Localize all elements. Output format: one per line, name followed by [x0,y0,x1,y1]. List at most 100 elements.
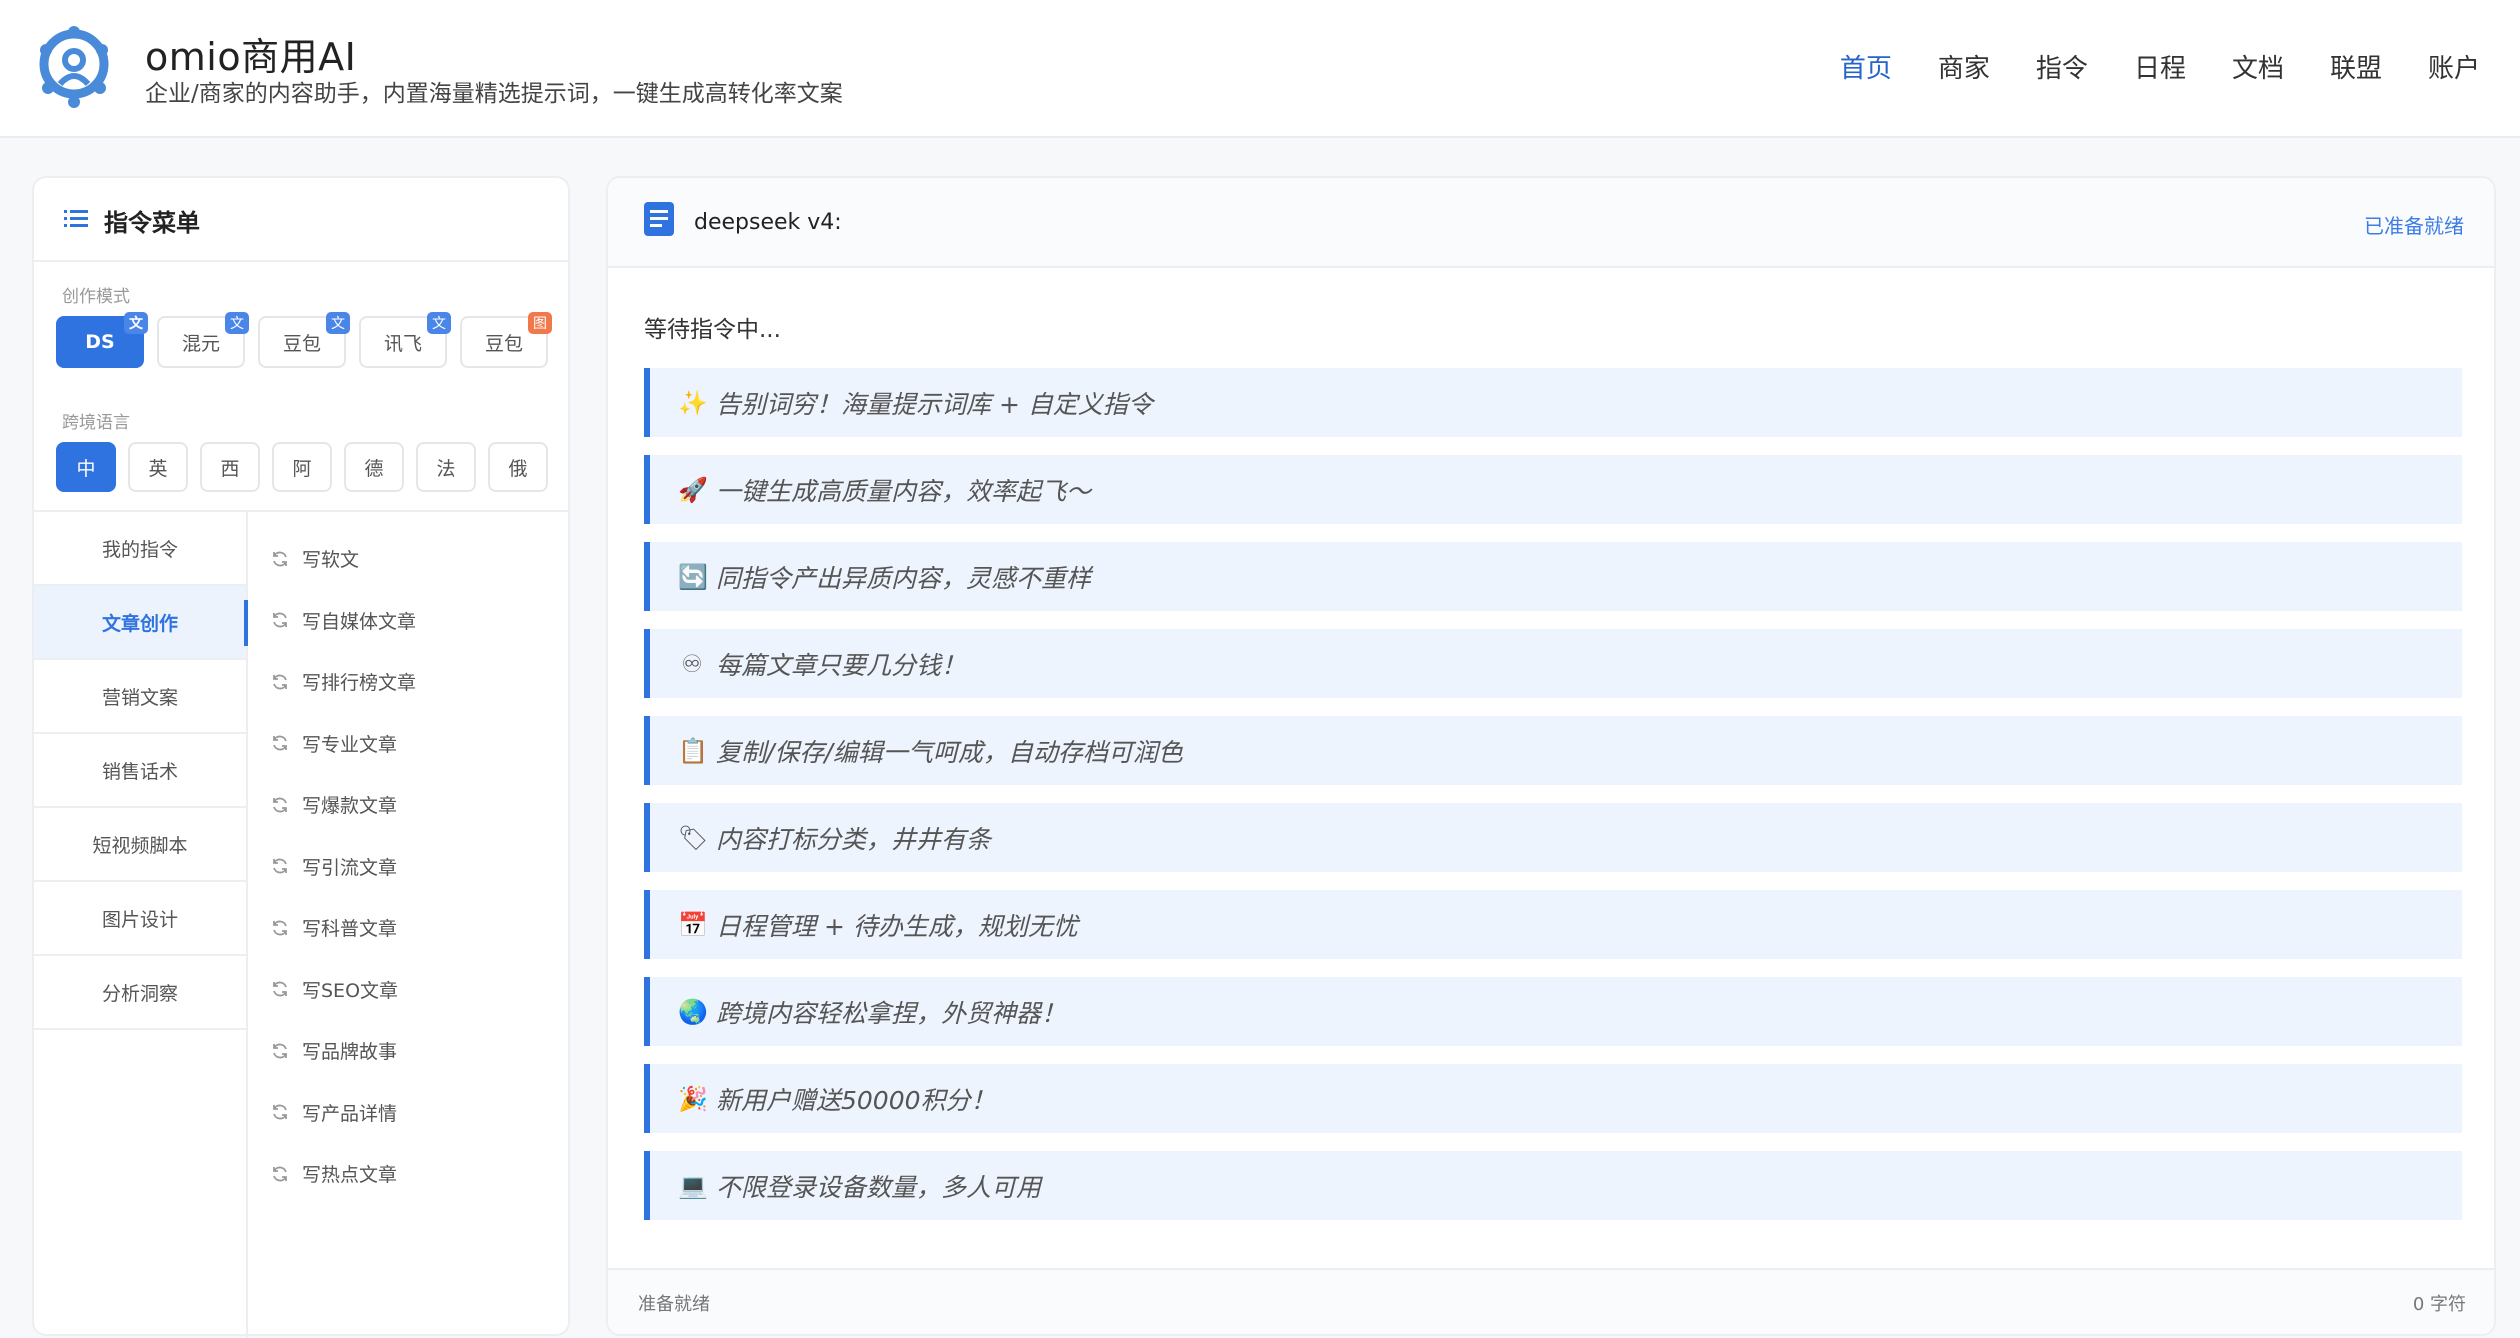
refresh-icon [273,981,287,997]
refresh-icon [273,1104,287,1120]
feature-text: 跨境内容轻松拿捏，外贸神器！ [716,998,1067,1028]
globe-icon: 🌏 [678,997,708,1026]
list-icon [64,210,88,227]
mode-doubao-button[interactable]: 豆包 文 [258,312,350,368]
category-sales-script[interactable]: 销售话术 [34,734,246,808]
command-item[interactable]: 写产品详情 [270,1082,416,1144]
laptop-icon: 💻 [678,1171,708,1200]
refresh-icon [273,674,287,690]
text-mode-badge: 文 [326,312,350,334]
command-item[interactable]: 写专业文章 [270,713,416,775]
category-my-commands[interactable]: 我的指令 [34,512,246,586]
command-menu-panel: 指令菜单 创作模式 DS 文 混元 文 豆包 文 讯飞 文 豆包 图 跨境语言 … [32,176,570,1338]
language-selector: 中 英 西 阿 德 法 俄 [56,442,560,492]
command-item[interactable]: 写SEO文章 [270,959,416,1021]
command-menu-header: 指令菜单 [34,178,568,262]
feature-item: 📅 日程管理 + 待办生成，规划无忧 [644,890,2462,959]
feature-item: ✨ 告别词穷！海量提示词库 + 自定义指令 [644,368,2462,437]
category-article-writing[interactable]: 文章创作 [34,586,248,660]
top-nav: 首页 商家 指令 日程 文档 联盟 账户 [1794,48,2480,85]
clipboard-icon: 📋 [678,736,708,765]
command-item[interactable]: 写软文 [270,528,416,590]
footer-status: 准备就绪 [638,1294,710,1315]
feature-text: 内容打标分类，井井有条 [716,824,992,854]
feature-item: 💻 不限登录设备数量，多人可用 [644,1151,2462,1220]
character-count: 0 字符 [2412,1294,2466,1315]
nav-merchant[interactable]: 商家 [1938,48,1990,85]
category-analysis[interactable]: 分析洞察 [34,956,246,1030]
mode-doubao-image-button[interactable]: 豆包 图 [460,312,552,368]
feature-text: 不限登录设备数量，多人可用 [716,1172,1042,1202]
language-label: 跨境语言 [62,413,130,433]
party-popper-icon: 🎉 [678,1084,708,1113]
feature-text: 告别词穷！海量提示词库 + 自定义指令 [716,389,1153,419]
calendar-icon: 📅 [678,910,708,939]
feature-text: 每篇文章只要几分钱！ [716,650,967,680]
command-label: 写科普文章 [302,918,398,941]
lang-de-button[interactable]: 德 [344,442,404,492]
feature-item: 🌏 跨境内容轻松拿捏，外贸神器！ [644,977,2462,1046]
feature-item: 🏷 内容打标分类，井井有条 [644,803,2462,872]
nav-account[interactable]: 账户 [2428,48,2480,85]
command-item[interactable]: 写引流文章 [270,836,416,898]
command-label: 写自媒体文章 [302,610,417,633]
mode-hunyuan-button[interactable]: 混元 文 [157,312,249,368]
rocket-icon: 🚀 [678,475,708,504]
nav-commands[interactable]: 指令 [2036,48,2088,85]
mode-label-text: 混元 [181,332,220,355]
document-icon [644,202,674,236]
refresh-icon [273,551,287,567]
lang-ar-button[interactable]: 阿 [272,442,332,492]
mode-label: 创作模式 [62,287,130,307]
refresh-icon [273,612,287,628]
command-item[interactable]: 写自媒体文章 [270,590,416,652]
nav-alliance[interactable]: 联盟 [2330,48,2382,85]
mode-xunfei-button[interactable]: 讯飞 文 [359,312,451,368]
mode-label-text: 豆包 [484,332,523,355]
feature-text: 一键生成高质量内容，效率起飞～ [716,476,1092,506]
output-header: deepseek v4: 已准备就绪 [608,178,2494,268]
command-item[interactable]: 写热点文章 [270,1143,416,1205]
command-item[interactable]: 写科普文章 [270,897,416,959]
output-panel: deepseek v4: 已准备就绪 等待指令中... ✨ 告别词穷！海量提示词库… [606,176,2496,1336]
feature-item: ♾ 每篇文章只要几分钱！ [644,629,2462,698]
omio-logo-icon[interactable] [34,24,114,108]
command-label: 写爆款文章 [302,795,398,818]
mode-ds-button[interactable]: DS 文 [56,312,148,368]
refresh-icon [273,735,287,751]
command-label: 写品牌故事 [302,1041,398,1064]
waiting-text: 等待指令中... [644,317,781,343]
feature-text: 复制/保存/编辑一气呵成，自动存档可润色 [716,737,1183,767]
category-list: 我的指令 文章创作 营销文案 销售话术 短视频脚本 图片设计 分析洞察 [34,512,248,1338]
nav-home[interactable]: 首页 [1840,48,1892,85]
nav-schedule[interactable]: 日程 [2134,48,2186,85]
lang-fr-button[interactable]: 法 [416,442,476,492]
text-mode-badge: 文 [124,312,148,334]
nav-docs[interactable]: 文档 [2232,48,2284,85]
command-item[interactable]: 写品牌故事 [270,1020,416,1082]
command-item[interactable]: 写排行榜文章 [270,651,416,713]
lang-zh-button[interactable]: 中 [56,442,116,492]
image-mode-badge: 图 [528,312,552,334]
refresh-icon [273,858,287,874]
command-label: 写产品详情 [302,1102,398,1125]
category-short-video[interactable]: 短视频脚本 [34,808,246,882]
refresh-icon [273,1043,287,1059]
command-label: 写热点文章 [302,1164,398,1187]
category-image-design[interactable]: 图片设计 [34,882,246,956]
feature-text: 日程管理 + 待办生成，规划无忧 [716,911,1078,941]
command-item[interactable]: 写爆款文章 [270,774,416,836]
command-label: 写SEO文章 [302,979,399,1002]
feature-item: 🚀 一键生成高质量内容，效率起飞～ [644,455,2462,524]
lang-en-button[interactable]: 英 [128,442,188,492]
lang-ru-button[interactable]: 俄 [488,442,548,492]
lang-es-button[interactable]: 西 [200,442,260,492]
feature-item: 🔄 同指令产出异质内容，灵感不重样 [644,542,2462,611]
refresh-icon [273,797,287,813]
category-marketing-copy[interactable]: 营销文案 [34,660,246,734]
model-name: deepseek v4: [694,210,842,235]
command-list: 写软文 写自媒体文章 写排行榜文章 写专业文章 写爆款文章 写引流文章 写科普文… [270,528,416,1205]
brand-title: omio商用AI [145,35,357,79]
mode-label-text: DS [85,331,115,353]
command-label: 写排行榜文章 [302,672,417,695]
